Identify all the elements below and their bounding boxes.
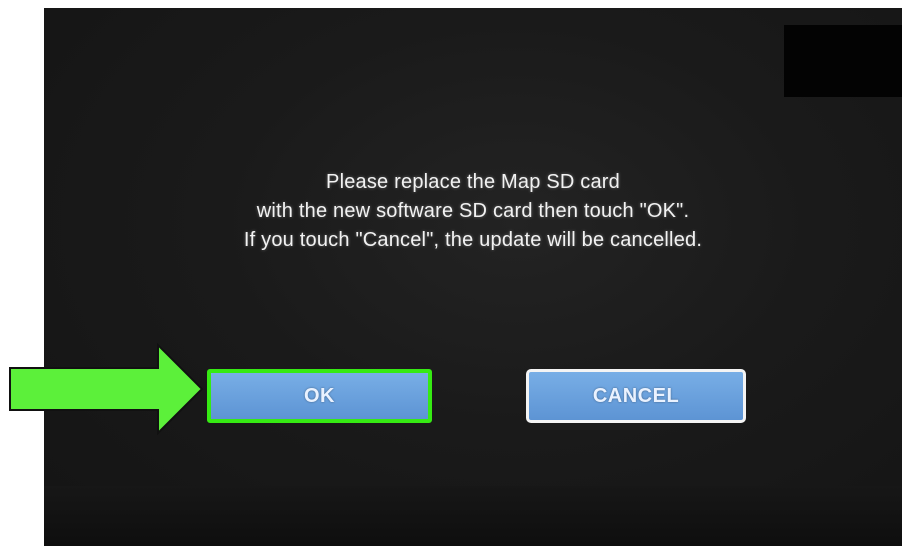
- dialog-message: Please replace the Map SD card with the …: [44, 168, 902, 255]
- screen-bottom-bezel: [44, 486, 902, 546]
- cancel-button[interactable]: CANCEL: [526, 369, 746, 423]
- message-line-3: If you touch "Cancel", the update will b…: [243, 229, 703, 251]
- cancel-button-label: CANCEL: [592, 384, 680, 407]
- display-screen: Please replace the Map SD card with the …: [44, 8, 902, 546]
- redacted-corner-block: [784, 25, 902, 97]
- ok-button-label: OK: [304, 384, 335, 407]
- message-line-1: Please replace the Map SD card: [326, 171, 620, 193]
- arrow-right-icon: [9, 343, 204, 435]
- message-line-2: with the new software SD card then touch…: [256, 200, 690, 222]
- ok-button[interactable]: OK: [207, 369, 432, 423]
